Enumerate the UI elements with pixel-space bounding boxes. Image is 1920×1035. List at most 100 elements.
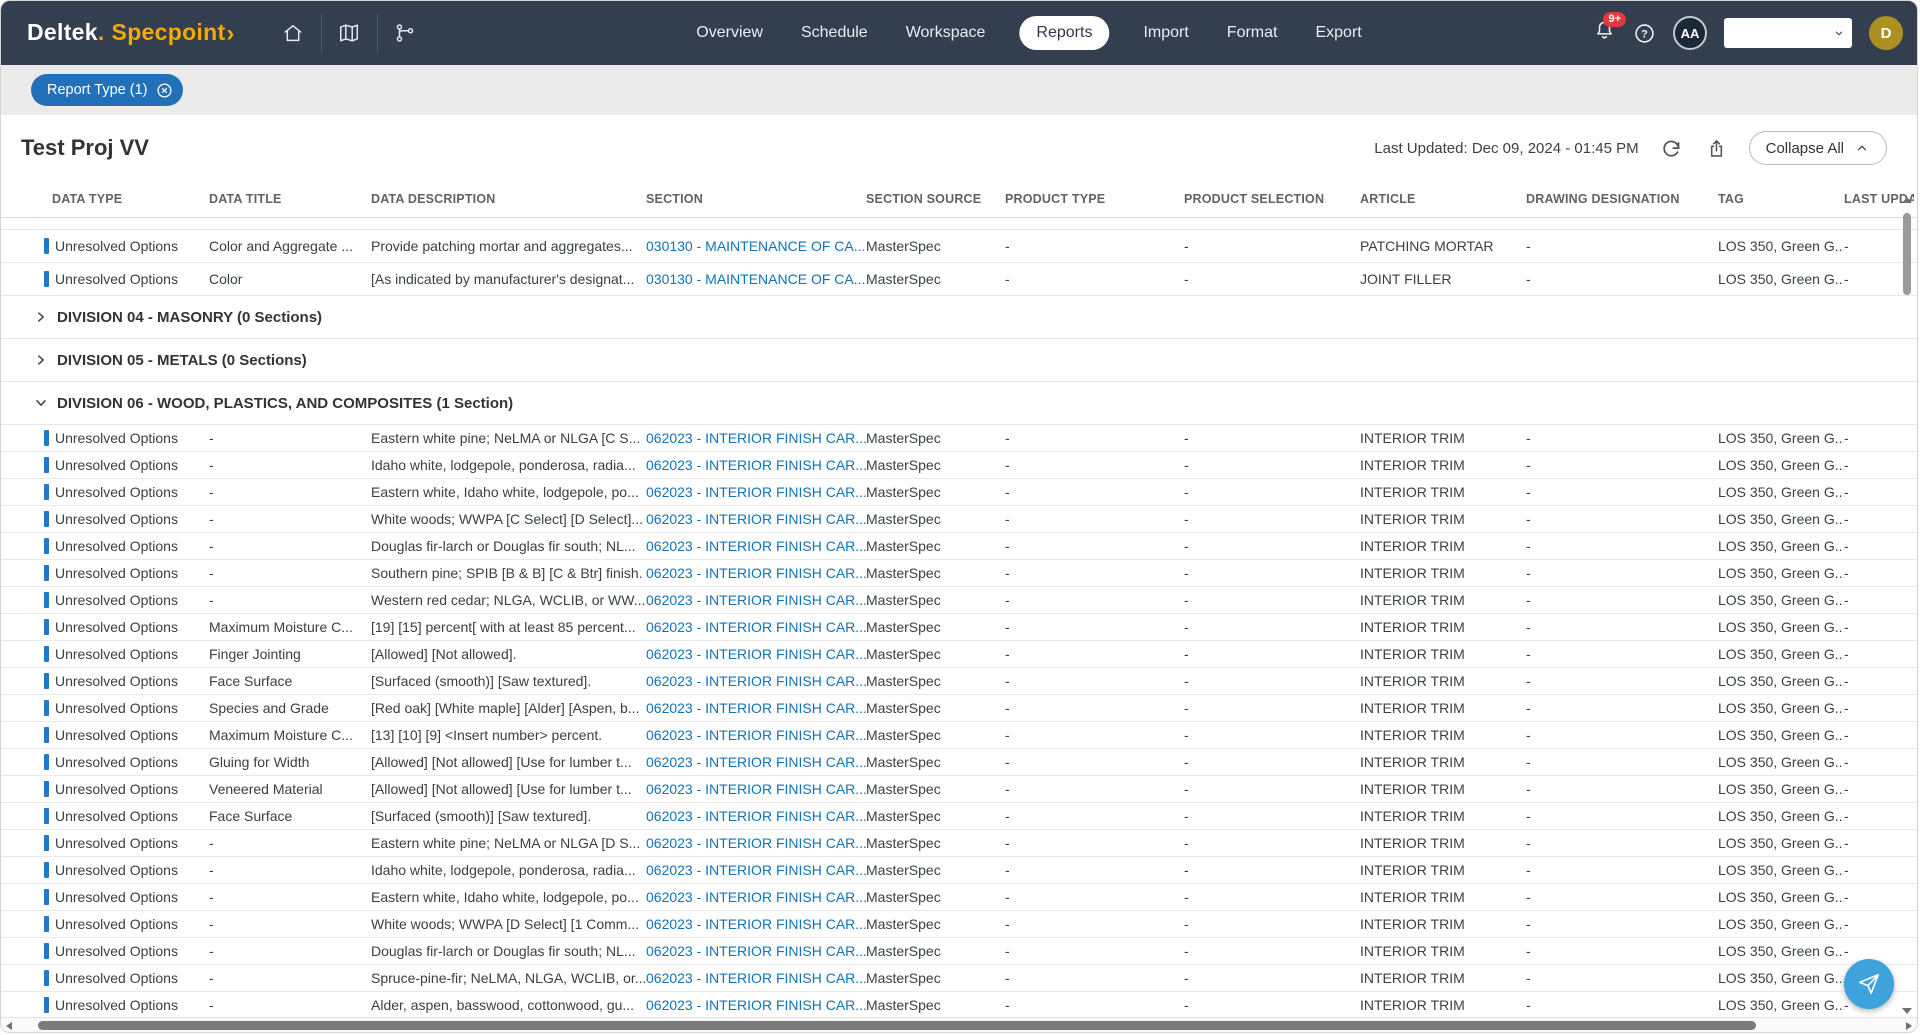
section-link[interactable]: 062023 - INTERIOR FINISH CAR...	[646, 727, 866, 743]
collapse-all-button[interactable]: Collapse All	[1749, 131, 1887, 165]
division-group-row[interactable]: DIVISION 06 - WOOD, PLASTICS, AND COMPOS…	[1, 382, 1917, 425]
horizontal-scrollbar[interactable]	[1, 1017, 1917, 1032]
table-row[interactable]: Unresolved Options - White woods; WWPA […	[1, 506, 1917, 533]
table-row[interactable]: Unresolved Options - White woods; WWPA […	[1, 911, 1917, 938]
table-row[interactable]: Unresolved Options Species and Grade [Re…	[1, 695, 1917, 722]
nav-import[interactable]: Import	[1139, 16, 1192, 50]
table-row[interactable]: Unresolved Options Veneered Material [Al…	[1, 776, 1917, 803]
column-header-product-type[interactable]: PRODUCT TYPE	[1005, 192, 1184, 206]
section-link[interactable]: 062023 - INTERIOR FINISH CAR...	[646, 997, 866, 1013]
section-link[interactable]: 062023 - INTERIOR FINISH CAR...	[646, 970, 866, 986]
table-row[interactable]: Unresolved Options - Eastern white pine;…	[1, 830, 1917, 857]
nav-workspace[interactable]: Workspace	[902, 16, 990, 50]
vertical-scrollbar[interactable]	[1901, 197, 1913, 1014]
section-link[interactable]: 062023 - INTERIOR FINISH CAR...	[646, 484, 866, 500]
section-link[interactable]: 062023 - INTERIOR FINISH CAR...	[646, 889, 866, 905]
section-link[interactable]: 062023 - INTERIOR FINISH CAR...	[646, 538, 866, 554]
section-link[interactable]: 062023 - INTERIOR FINISH CAR...	[646, 646, 866, 662]
table-row[interactable]: Unresolved Options - Eastern white, Idah…	[1, 479, 1917, 506]
nav-overview[interactable]: Overview	[692, 16, 767, 50]
table-row[interactable]: Unresolved Options Finger Jointing [Allo…	[1, 641, 1917, 668]
section-link[interactable]: 062023 - INTERIOR FINISH CAR...	[646, 619, 866, 635]
table-row[interactable]: Unresolved Options - Western red cedar; …	[1, 587, 1917, 614]
nav-schedule[interactable]: Schedule	[797, 16, 872, 50]
section-link[interactable]: 062023 - INTERIOR FINISH CAR...	[646, 673, 866, 689]
division-group-row[interactable]: DIVISION 04 - MASONRY (0 Sections)	[1, 296, 1917, 339]
cell-product-selection: -	[1184, 889, 1360, 905]
secondary-avatar[interactable]: D	[1869, 16, 1903, 50]
table-row[interactable]: Unresolved Options - Eastern white pine;…	[1, 425, 1917, 452]
section-link[interactable]: 062023 - INTERIOR FINISH CAR...	[646, 754, 866, 770]
cell-drawing-designation: -	[1526, 943, 1718, 959]
brand-logo[interactable]: Deltek. Specpoint ›	[27, 19, 235, 47]
section-link[interactable]: 062023 - INTERIOR FINISH CAR...	[646, 781, 866, 797]
table-row[interactable]: Unresolved Options Color [As indicated b…	[1, 263, 1917, 296]
assistant-fab-button[interactable]	[1844, 959, 1894, 1009]
section-link[interactable]: 062023 - INTERIOR FINISH CAR...	[646, 808, 866, 824]
column-header-article[interactable]: ARTICLE	[1360, 192, 1526, 206]
section-link[interactable]: 062023 - INTERIOR FINISH CAR...	[646, 862, 866, 878]
table-row[interactable]: Unresolved Options Face Surface [Surface…	[1, 668, 1917, 695]
nav-export[interactable]: Export	[1311, 16, 1365, 50]
section-link[interactable]: 030130 - MAINTENANCE OF CA...	[646, 238, 866, 254]
vertical-scrollbar-thumb[interactable]	[1903, 213, 1911, 295]
column-header-data-type[interactable]: DATA TYPE	[44, 192, 209, 206]
scroll-left-arrow-icon[interactable]	[6, 1022, 12, 1030]
section-link[interactable]: 062023 - INTERIOR FINISH CAR...	[646, 700, 866, 716]
table-row[interactable]: Unresolved Options - Eastern white, Idah…	[1, 884, 1917, 911]
notifications-button[interactable]: 9+	[1593, 19, 1616, 47]
data-type-value: Unresolved Options	[55, 862, 178, 878]
table-row[interactable]: Unresolved Options - Idaho white, lodgep…	[1, 857, 1917, 884]
section-link[interactable]: 030130 - MAINTENANCE OF CA...	[646, 271, 866, 287]
user-avatar[interactable]: AA	[1673, 16, 1707, 50]
data-type-value: Unresolved Options	[55, 511, 178, 527]
table-row[interactable]: Unresolved Options Maximum Moisture C...…	[1, 722, 1917, 749]
section-link[interactable]: 062023 - INTERIOR FINISH CAR...	[646, 592, 866, 608]
group-expand-chevron-icon[interactable]	[34, 353, 48, 367]
scroll-right-arrow-icon[interactable]	[1906, 1022, 1912, 1030]
section-link[interactable]: 062023 - INTERIOR FINISH CAR...	[646, 943, 866, 959]
table-row[interactable]: Unresolved Options - Southern pine; SPIB…	[1, 560, 1917, 587]
home-button[interactable]	[265, 13, 321, 53]
section-link[interactable]: 062023 - INTERIOR FINISH CAR...	[646, 457, 866, 473]
division-group-row[interactable]: DIVISION 05 - METALS (0 Sections)	[1, 339, 1917, 382]
column-header-product-selection[interactable]: PRODUCT SELECTION	[1184, 192, 1360, 206]
nav-format[interactable]: Format	[1223, 16, 1282, 50]
section-link[interactable]: 062023 - INTERIOR FINISH CAR...	[646, 511, 866, 527]
table-row[interactable]: Unresolved Options - Douglas fir-larch o…	[1, 533, 1917, 560]
table-row[interactable]: Unresolved Options - Idaho white, lodgep…	[1, 452, 1917, 479]
section-link[interactable]: 062023 - INTERIOR FINISH CAR...	[646, 565, 866, 581]
group-expand-chevron-icon[interactable]	[34, 396, 48, 410]
scroll-down-arrow-icon[interactable]	[1902, 1008, 1912, 1014]
table-row[interactable]: Unresolved Options Maximum Moisture C...…	[1, 614, 1917, 641]
table-row[interactable]: Unresolved Options - Spruce-pine-fir; Ne…	[1, 965, 1917, 992]
unresolved-options-accent-bar	[44, 430, 49, 446]
table-row[interactable]: Unresolved Options Face Surface [Surface…	[1, 803, 1917, 830]
table-row[interactable]: Unresolved Options - Alder, aspen, bassw…	[1, 992, 1917, 1018]
account-dropdown[interactable]	[1724, 18, 1852, 48]
report-type-filter-chip[interactable]: Report Type (1)	[31, 74, 183, 106]
column-header-drawing-designation[interactable]: DRAWING DESIGNATION	[1526, 192, 1718, 206]
nav-reports[interactable]: Reports	[1019, 16, 1109, 50]
scroll-up-arrow-icon[interactable]	[1902, 197, 1912, 203]
table-row[interactable]: Unresolved Options - Douglas fir-larch o…	[1, 938, 1917, 965]
remove-filter-icon[interactable]	[156, 82, 173, 99]
column-header-data-description[interactable]: DATA DESCRIPTION	[371, 192, 646, 206]
table-row[interactable]: Unresolved Options Color and Aggregate .…	[1, 230, 1917, 263]
column-header-tag[interactable]: TAG	[1718, 192, 1844, 206]
group-expand-chevron-icon[interactable]	[34, 310, 48, 324]
section-link[interactable]: 062023 - INTERIOR FINISH CAR...	[646, 835, 866, 851]
section-link[interactable]: 062023 - INTERIOR FINISH CAR...	[646, 916, 866, 932]
workflow-button[interactable]	[377, 13, 433, 53]
refresh-button[interactable]	[1659, 136, 1684, 161]
table-row[interactable]: Unresolved Options Gluing for Width [All…	[1, 749, 1917, 776]
column-header-section[interactable]: SECTION	[646, 192, 866, 206]
share-button[interactable]	[1704, 136, 1729, 161]
section-link[interactable]: 062023 - INTERIOR FINISH CAR...	[646, 430, 866, 446]
column-header-section-source[interactable]: SECTION SOURCE	[866, 192, 1005, 206]
column-header-data-title[interactable]: DATA TITLE	[209, 192, 371, 206]
map-button[interactable]	[321, 13, 377, 53]
horizontal-scrollbar-thumb[interactable]	[38, 1021, 1756, 1030]
cell-product-selection: -	[1184, 970, 1360, 986]
help-button[interactable]: ?	[1633, 22, 1656, 45]
